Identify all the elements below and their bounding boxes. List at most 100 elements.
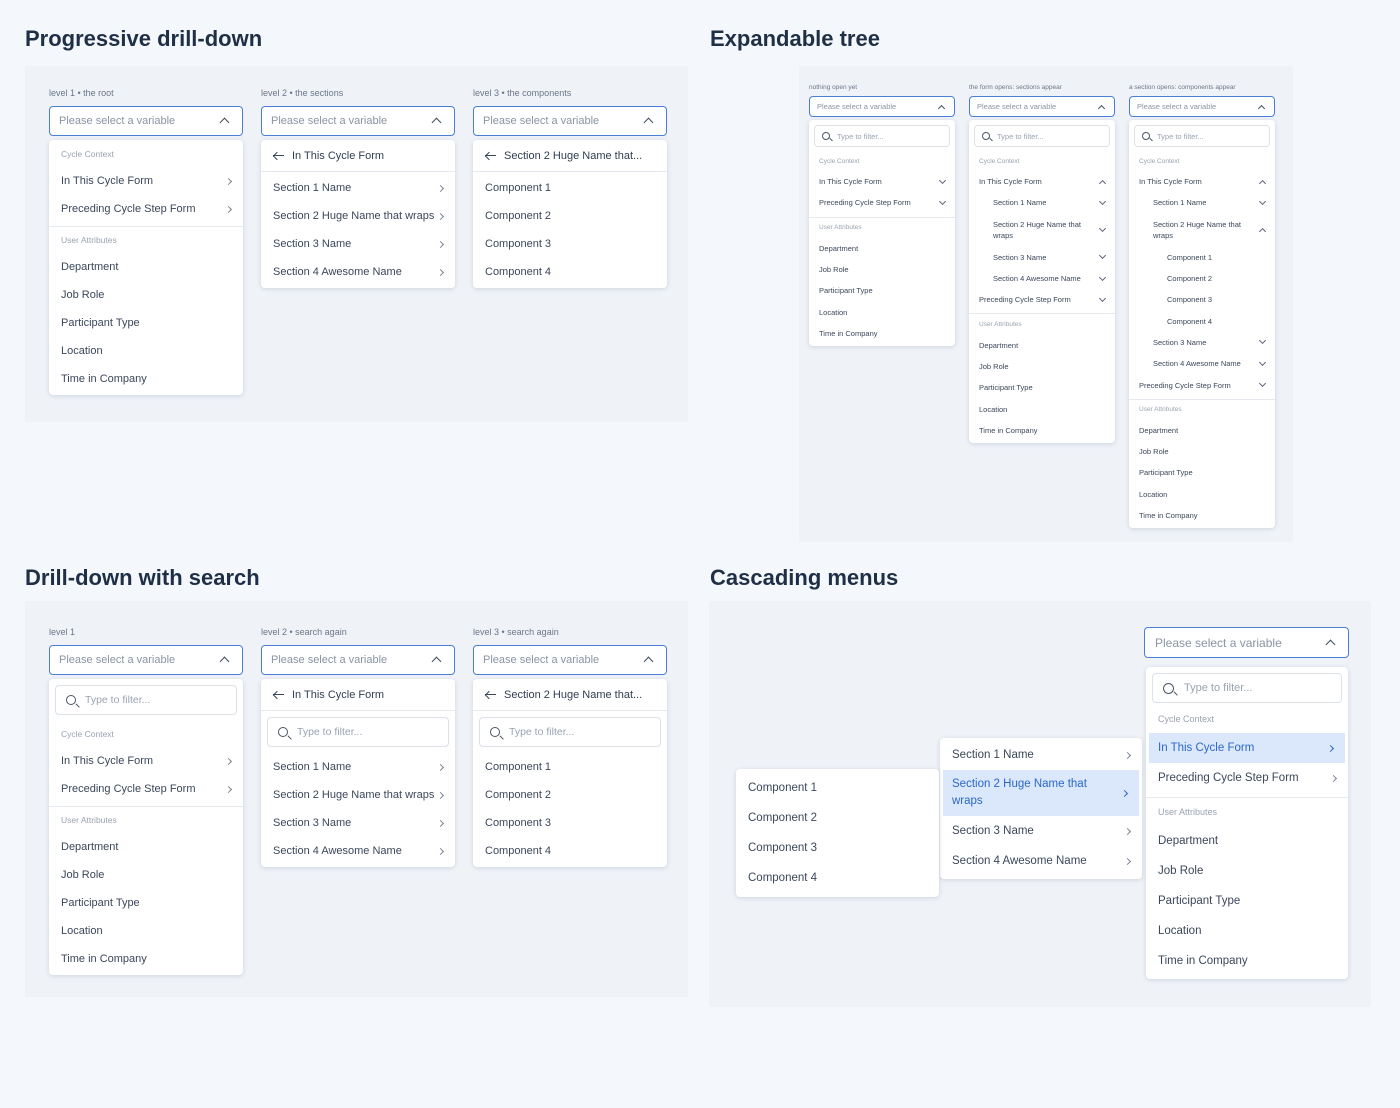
tree-item-attribute[interactable]: Department — [969, 334, 1115, 355]
search-input[interactable]: Type to filter... — [1152, 673, 1342, 703]
menu-item-section[interactable]: Section 4 Awesome Name — [940, 846, 1142, 876]
tree-item-section[interactable]: Section 4 Awesome Name — [1129, 353, 1275, 374]
menu-item-component[interactable]: Component 3 — [473, 230, 667, 258]
menu-item-component[interactable]: Component 1 — [736, 773, 939, 803]
back-button[interactable]: In This Cycle Form — [261, 680, 455, 710]
variable-select[interactable]: Please select a variable — [1144, 627, 1349, 658]
menu-item-section[interactable]: Section 4 Awesome Name — [261, 258, 455, 286]
tree-item-attribute[interactable]: Participant Type — [809, 280, 955, 301]
caption: level 1 — [49, 627, 76, 637]
menu-item-this-form[interactable]: In This Cycle Form — [1149, 733, 1345, 763]
tree-item-section[interactable]: Section 1 Name — [1129, 192, 1275, 213]
menu-item-component[interactable]: Component 4 — [473, 258, 667, 286]
tree-item-section[interactable]: Section 3 Name — [969, 247, 1115, 268]
tree-item-component[interactable]: Component 2 — [1129, 268, 1275, 289]
variable-select[interactable]: Please select a variable — [969, 96, 1115, 117]
variable-select[interactable]: Please select a variable — [49, 645, 243, 675]
tree-item-attribute[interactable]: Job Role — [969, 356, 1115, 377]
menu-item-attribute[interactable]: Job Role — [1146, 856, 1348, 886]
menu-item-component[interactable]: Component 1 — [473, 753, 667, 781]
menu-item-section[interactable]: Section 2 Huge Name that wraps — [261, 781, 455, 809]
tree-item-attribute[interactable]: Location — [809, 301, 955, 322]
menu-item-component[interactable]: Component 1 — [473, 174, 667, 202]
tree-item-section[interactable]: Section 3 Name — [1129, 332, 1275, 353]
tree-item-attribute[interactable]: Time in Company — [809, 323, 955, 344]
tree-item-section[interactable]: Section 1 Name — [969, 192, 1115, 213]
tree-item-attribute[interactable]: Job Role — [1129, 441, 1275, 462]
tree-item-section[interactable]: Section 2 Huge Name that wraps — [1129, 214, 1275, 247]
menu-item-attribute[interactable]: Time in Company — [49, 365, 243, 393]
menu-item-attribute[interactable]: Department — [49, 833, 243, 861]
menu-item-attribute[interactable]: Location — [49, 917, 243, 945]
variable-select[interactable]: Please select a variable — [473, 645, 667, 675]
tree-item-attribute[interactable]: Department — [809, 238, 955, 259]
menu-item-section[interactable]: Section 3 Name — [261, 809, 455, 837]
tree-item-preceding-form[interactable]: Preceding Cycle Step Form — [1129, 374, 1275, 395]
menu-item-component[interactable]: Component 4 — [473, 837, 667, 865]
menu-item-attribute[interactable]: Participant Type — [49, 309, 243, 337]
back-button[interactable]: Section 2 Huge Name that... — [473, 680, 667, 710]
search-input[interactable]: Type to filter... — [479, 717, 661, 747]
menu-item-component[interactable]: Component 3 — [736, 833, 939, 863]
tree-item-attribute[interactable]: Location — [969, 398, 1115, 419]
menu-item-section[interactable]: Section 1 Name — [261, 174, 455, 202]
menu-item-preceding-form[interactable]: Preceding Cycle Step Form — [49, 775, 243, 803]
search-input[interactable]: Type to filter... — [1134, 125, 1270, 147]
back-button[interactable]: In This Cycle Form — [261, 141, 455, 171]
tree-item-component[interactable]: Component 1 — [1129, 247, 1275, 268]
menu-item-section[interactable]: Section 2 Huge Name that wraps — [261, 202, 455, 230]
tree-item-section[interactable]: Section 2 Huge Name that wraps — [969, 214, 1115, 247]
tree-item-attribute[interactable]: Participant Type — [969, 377, 1115, 398]
menu-item-component[interactable]: Component 2 — [736, 803, 939, 833]
menu-item-this-form[interactable]: In This Cycle Form — [49, 167, 243, 195]
search-input[interactable]: Type to filter... — [55, 685, 237, 715]
tree-item-this-form[interactable]: In This Cycle Form — [1129, 171, 1275, 192]
menu-item-component[interactable]: Component 3 — [473, 809, 667, 837]
tree-item-attribute[interactable]: Time in Company — [969, 420, 1115, 441]
tree-item-section[interactable]: Section 4 Awesome Name — [969, 268, 1115, 289]
tree-item-attribute[interactable]: Department — [1129, 420, 1275, 441]
menu-item-component[interactable]: Component 2 — [473, 781, 667, 809]
menu-item-preceding-form[interactable]: Preceding Cycle Step Form — [1146, 763, 1348, 793]
menu-item-component[interactable]: Component 2 — [473, 202, 667, 230]
menu-item-section[interactable]: Section 1 Name — [261, 753, 455, 781]
menu-item-attribute[interactable]: Time in Company — [1146, 946, 1348, 976]
menu-item-component[interactable]: Component 4 — [736, 863, 939, 893]
menu-item-attribute[interactable]: Job Role — [49, 861, 243, 889]
tree-item-preceding-form[interactable]: Preceding Cycle Step Form — [809, 192, 955, 213]
menu-item-section[interactable]: Section 2 Huge Name that wraps — [943, 770, 1139, 816]
menu-item-section[interactable]: Section 4 Awesome Name — [261, 837, 455, 865]
tree-item-attribute[interactable]: Job Role — [809, 259, 955, 280]
menu-item-attribute[interactable]: Department — [49, 253, 243, 281]
menu-item-section[interactable]: Section 3 Name — [261, 230, 455, 258]
tree-item-this-form[interactable]: In This Cycle Form — [809, 171, 955, 192]
tree-item-attribute[interactable]: Participant Type — [1129, 462, 1275, 483]
variable-select[interactable]: Please select a variable — [261, 645, 455, 675]
variable-select[interactable]: Please select a variable — [261, 106, 455, 136]
variable-select[interactable]: Please select a variable — [473, 106, 667, 136]
search-input[interactable]: Type to filter... — [974, 125, 1110, 147]
tree-item-attribute[interactable]: Time in Company — [1129, 505, 1275, 526]
menu-item-attribute[interactable]: Location — [1146, 916, 1348, 946]
tree-item-preceding-form[interactable]: Preceding Cycle Step Form — [969, 289, 1115, 310]
menu-item-attribute[interactable]: Participant Type — [49, 889, 243, 917]
variable-select[interactable]: Please select a variable — [809, 96, 955, 117]
tree-item-component[interactable]: Component 3 — [1129, 289, 1275, 310]
search-input[interactable]: Type to filter... — [814, 125, 950, 147]
tree-item-attribute[interactable]: Location — [1129, 484, 1275, 505]
menu-item-section[interactable]: Section 1 Name — [940, 740, 1142, 770]
variable-select[interactable]: Please select a variable — [1129, 96, 1275, 117]
menu-item-attribute[interactable]: Location — [49, 337, 243, 365]
menu-item-section[interactable]: Section 3 Name — [940, 816, 1142, 846]
back-button[interactable]: Section 2 Huge Name that... — [473, 141, 667, 171]
tree-item-this-form[interactable]: In This Cycle Form — [969, 171, 1115, 192]
menu-item-attribute[interactable]: Job Role — [49, 281, 243, 309]
search-input[interactable]: Type to filter... — [267, 717, 449, 747]
tree-item-component[interactable]: Component 4 — [1129, 310, 1275, 331]
menu-item-this-form[interactable]: In This Cycle Form — [49, 747, 243, 775]
menu-item-attribute[interactable]: Department — [1146, 826, 1348, 856]
menu-item-attribute[interactable]: Participant Type — [1146, 886, 1348, 916]
menu-item-preceding-form[interactable]: Preceding Cycle Step Form — [49, 195, 243, 223]
menu-item-attribute[interactable]: Time in Company — [49, 945, 243, 973]
variable-select[interactable]: Please select a variable — [49, 106, 243, 136]
